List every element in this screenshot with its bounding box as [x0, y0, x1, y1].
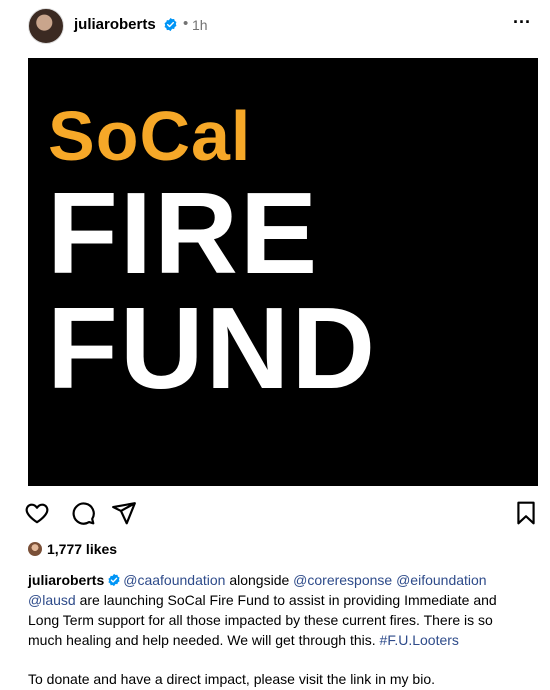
mention-eifoundation[interactable]: @eifoundation — [396, 572, 487, 588]
mention-lausd[interactable]: @lausd — [28, 592, 76, 608]
bookmark-icon[interactable] — [513, 500, 539, 526]
comment-icon[interactable] — [70, 500, 96, 526]
more-options-button[interactable]: ... — [510, 8, 534, 32]
share-icon[interactable] — [111, 500, 137, 526]
caption: juliaroberts @caafoundation alongside @co… — [28, 570, 528, 650]
verified-badge-icon — [108, 573, 120, 587]
post-time[interactable]: 1h — [192, 17, 208, 33]
avatar[interactable] — [28, 8, 64, 44]
mention-caafoundation[interactable]: @caafoundation — [123, 572, 225, 588]
username[interactable]: juliaroberts — [74, 16, 156, 33]
likes-count[interactable]: 1,777 likes — [47, 541, 117, 557]
mention-coreresponse[interactable]: @coreresponse — [293, 572, 392, 588]
image-text-fund: FUND — [47, 283, 378, 413]
liker-avatar — [28, 542, 42, 556]
caption-username[interactable]: juliaroberts — [28, 572, 104, 588]
heart-icon[interactable] — [24, 500, 50, 526]
caption-donate-line: To donate and have a direct impact, plea… — [28, 671, 435, 687]
caption-text: alongside — [225, 572, 294, 588]
image-text-fire: FIRE — [47, 168, 320, 298]
hashtag-fulooters[interactable]: #F.U.Looters — [380, 632, 459, 648]
verified-badge-icon — [164, 17, 177, 32]
separator-dot: • — [183, 15, 189, 32]
post-header: juliaroberts • 1h ... — [0, 0, 550, 56]
image-text-socal: SoCal — [48, 97, 252, 175]
